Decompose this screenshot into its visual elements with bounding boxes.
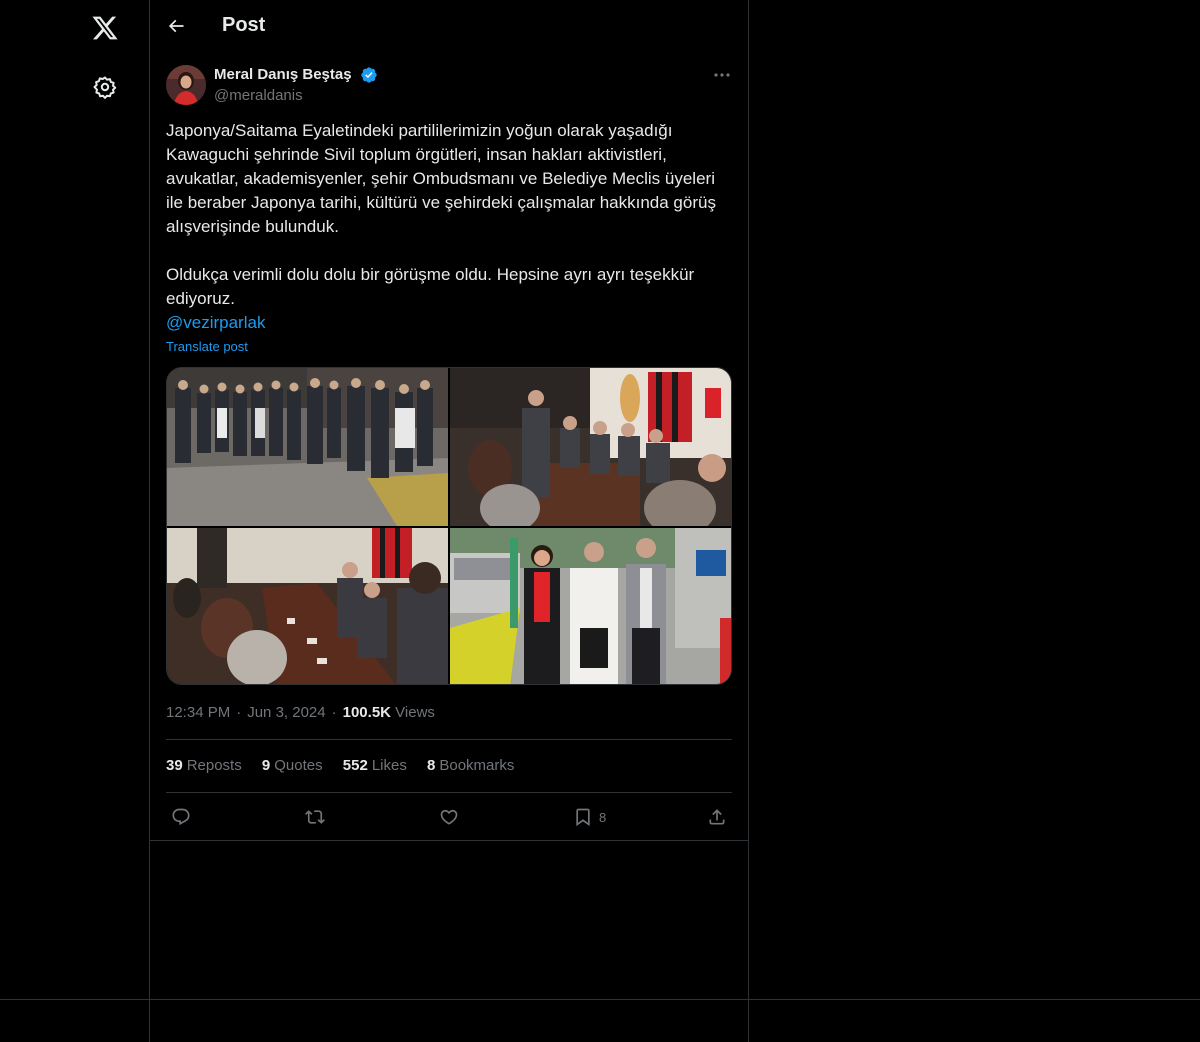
left-navigation	[0, 0, 150, 999]
media-grid	[166, 367, 732, 685]
views-label: Views	[395, 704, 435, 721]
translate-post-link[interactable]: Translate post	[166, 339, 248, 354]
author-handle[interactable]: @meraldanis	[214, 87, 303, 104]
divider	[166, 792, 732, 793]
bookmark-icon	[576, 808, 590, 827]
divider	[0, 999, 1200, 1000]
page-header: Post	[150, 0, 748, 53]
mention-link[interactable]: @vezirparlak	[166, 311, 265, 335]
more-options-button[interactable]	[712, 67, 732, 83]
main-column: Post Meral Danış Beştaş @meraldanis Japo…	[150, 0, 749, 999]
quotes-stat[interactable]: 9 Quotes	[262, 757, 323, 774]
bookmarks-stat[interactable]: 8 Bookmarks	[427, 757, 514, 774]
reply-button[interactable]	[171, 806, 191, 828]
page-title: Post	[222, 14, 266, 36]
author-name[interactable]: Meral Danış Beştaş	[214, 66, 352, 83]
gear-icon[interactable]	[93, 75, 117, 99]
share-icon	[709, 809, 725, 825]
repost-icon	[305, 810, 325, 824]
reposts-stat[interactable]: 39 Reposts	[166, 757, 242, 774]
photo-group-street[interactable]	[167, 368, 448, 526]
likes-stat[interactable]: 552 Likes	[343, 757, 407, 774]
photo-street-portrait[interactable]	[450, 528, 731, 684]
bookmark-count: 8	[599, 809, 607, 825]
post-date[interactable]: Jun 3, 2024	[247, 704, 325, 721]
tweet-paragraph: Oldukça verimli dolu dolu bir görüşme ol…	[166, 265, 695, 308]
views-count: 100.5K	[342, 704, 391, 721]
divider	[166, 739, 732, 740]
like-button[interactable]	[439, 806, 459, 828]
page: Post Meral Danış Beştaş @meraldanis Japo…	[0, 0, 1200, 1042]
divider	[150, 840, 748, 841]
tweet-paragraph: Japonya/Saitama Eyaletindeki partilileri…	[166, 121, 716, 236]
photo-meeting-room[interactable]	[450, 368, 731, 526]
repost-button[interactable]	[305, 806, 325, 828]
divider	[748, 1000, 749, 1042]
verified-badge-icon	[360, 66, 378, 84]
tweet-text: Japonya/Saitama Eyaletindeki partilileri…	[166, 119, 732, 335]
divider	[149, 1000, 150, 1042]
arrow-left-icon	[168, 19, 184, 33]
heart-icon	[440, 809, 458, 825]
photo-meeting-table[interactable]	[167, 528, 448, 684]
bookmark-button[interactable]: 8	[573, 806, 606, 828]
post-meta: 12:34 PM · Jun 3, 2024 · 100.5K Views	[166, 704, 435, 721]
avatar[interactable]	[166, 65, 206, 105]
more-dots-icon	[714, 73, 730, 77]
back-button[interactable]	[166, 16, 186, 36]
engagement-stats: 39 Reposts 9 Quotes 552 Likes 8 Bookmarks	[166, 757, 530, 774]
reply-icon	[172, 808, 190, 826]
post-time[interactable]: 12:34 PM	[166, 704, 230, 721]
share-button[interactable]	[707, 806, 727, 828]
x-logo-icon[interactable]	[91, 14, 119, 42]
